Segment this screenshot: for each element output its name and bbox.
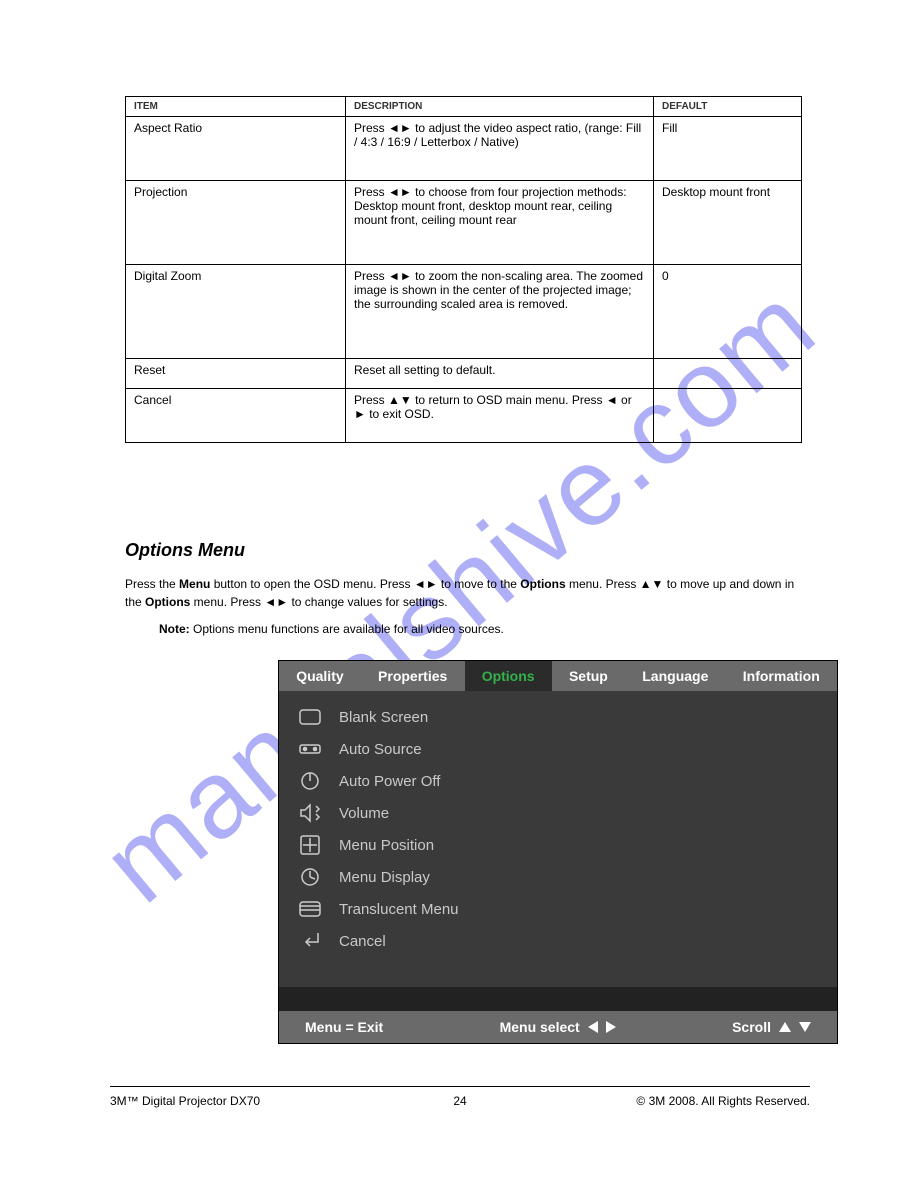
auto-power-off-icon (297, 770, 323, 792)
col-description: DESCRIPTION (346, 97, 654, 117)
cell-item: Projection (126, 181, 346, 265)
osd-tab-quality[interactable]: Quality (279, 661, 361, 691)
cell-default: 0 (654, 265, 802, 359)
cancel-icon (297, 930, 323, 952)
t: menu. Press ◄► to change values for sett… (190, 595, 447, 609)
table-row: Aspect RatioPress ◄► to adjust the video… (126, 117, 802, 181)
osd-item-auto-source[interactable]: Auto Source (279, 733, 837, 765)
col-default: DEFAULT (654, 97, 802, 117)
osd-item-label: Auto Power Off (339, 773, 440, 790)
cell-default (654, 389, 802, 443)
translucent-menu-icon (297, 898, 323, 920)
cell-item: Reset (126, 359, 346, 389)
footer-page-number: 24 (110, 1094, 810, 1108)
osd-tab-setup[interactable]: Setup (552, 661, 625, 691)
cell-desc: Press ◄► to choose from four projection … (346, 181, 654, 265)
t: button to open the OSD menu. Press ◄► to… (210, 577, 520, 591)
arrow-down-icon (799, 1022, 811, 1032)
cell-desc: Reset all setting to default. (346, 359, 654, 389)
osd-item-translucent-menu[interactable]: Translucent Menu (279, 893, 837, 925)
cell-default (654, 359, 802, 389)
osd-tab-bar: Quality Properties Options Setup Languag… (279, 661, 837, 691)
properties-table: ITEM DESCRIPTION DEFAULT Aspect RatioPre… (125, 96, 802, 443)
osd-footer-center: Menu select (500, 1019, 616, 1035)
section-intro: Press the Menu button to open the OSD me… (125, 575, 795, 611)
osd-item-label: Menu Position (339, 837, 434, 854)
osd-item-cancel[interactable]: Cancel (279, 925, 837, 957)
t: Options (145, 595, 190, 609)
t: Menu select (500, 1019, 580, 1035)
osd-tab-language[interactable]: Language (625, 661, 726, 691)
osd-separator (279, 987, 837, 1011)
osd-item-label: Menu Display (339, 869, 430, 886)
osd-footer-right: Scroll (732, 1019, 811, 1035)
osd-tab-properties[interactable]: Properties (361, 661, 465, 691)
osd-item-menu-position[interactable]: Menu Position (279, 829, 837, 861)
osd-footer-left: Menu = Exit (305, 1019, 383, 1035)
t: Scroll (732, 1019, 771, 1035)
cell-item: Cancel (126, 389, 346, 443)
blank-screen-icon (297, 706, 323, 728)
table-header-row: ITEM DESCRIPTION DEFAULT (126, 97, 802, 117)
osd-item-label: Volume (339, 805, 389, 822)
footer-divider (110, 1086, 810, 1087)
cell-default: Desktop mount front (654, 181, 802, 265)
t: Menu (179, 577, 210, 591)
arrow-up-icon (779, 1022, 791, 1032)
osd-item-menu-display[interactable]: Menu Display (279, 861, 837, 893)
osd-item-label: Translucent Menu (339, 901, 459, 918)
osd-panel: Quality Properties Options Setup Languag… (278, 660, 838, 1044)
cell-item: Digital Zoom (126, 265, 346, 359)
osd-item-volume[interactable]: Volume (279, 797, 837, 829)
osd-item-label: Cancel (339, 933, 386, 950)
menu-display-icon (297, 866, 323, 888)
osd-footer: Menu = Exit Menu select Scroll (279, 1011, 837, 1043)
section-heading: Options Menu (125, 540, 245, 561)
page-footer: 3M™ Digital Projector DX70 24 © 3M 2008.… (110, 1094, 810, 1108)
t: Press the (125, 577, 179, 591)
section-note: Note: Options menu functions are availab… (159, 622, 799, 636)
cell-desc: Press ▲▼ to return to OSD main menu. Pre… (346, 389, 654, 443)
auto-source-icon (297, 738, 323, 760)
cell-desc: Press ◄► to zoom the non-scaling area. T… (346, 265, 654, 359)
osd-item-label: Auto Source (339, 741, 422, 758)
arrow-left-icon (588, 1021, 598, 1033)
menu-position-icon (297, 834, 323, 856)
note-label: Note: (159, 622, 190, 636)
osd-list: Blank Screen Auto Source Auto Power Off … (279, 691, 837, 987)
osd-item-auto-power-off[interactable]: Auto Power Off (279, 765, 837, 797)
t: Options (520, 577, 565, 591)
volume-icon (297, 802, 323, 824)
osd-item-label: Blank Screen (339, 709, 428, 726)
table-row: ProjectionPress ◄► to choose from four p… (126, 181, 802, 265)
cell-item: Aspect Ratio (126, 117, 346, 181)
cell-desc: Press ◄► to adjust the video aspect rati… (346, 117, 654, 181)
osd-tab-information[interactable]: Information (726, 661, 837, 691)
arrow-right-icon (606, 1021, 616, 1033)
table-row: CancelPress ▲▼ to return to OSD main men… (126, 389, 802, 443)
col-item: ITEM (126, 97, 346, 117)
cell-default: Fill (654, 117, 802, 181)
t: Menu = Exit (305, 1019, 383, 1035)
table-row: Digital ZoomPress ◄► to zoom the non-sca… (126, 265, 802, 359)
note-text: Options menu functions are available for… (193, 622, 504, 636)
table-row: ResetReset all setting to default. (126, 359, 802, 389)
osd-tab-options[interactable]: Options (465, 661, 552, 691)
osd-item-blank-screen[interactable]: Blank Screen (279, 701, 837, 733)
